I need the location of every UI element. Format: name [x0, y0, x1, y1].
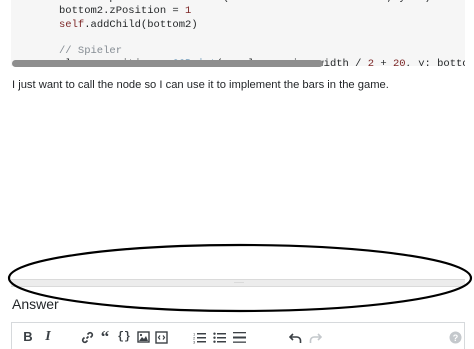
snippet-icon[interactable] [154, 329, 168, 345]
blockquote-icon[interactable]: “ [98, 328, 112, 345]
undo-icon[interactable] [288, 329, 302, 345]
svg-text:?: ? [452, 333, 458, 343]
horizontal-rule-icon[interactable] [232, 329, 246, 345]
ordered-list-icon[interactable]: 123 [192, 329, 206, 345]
unordered-list-icon[interactable] [212, 329, 226, 345]
code-lines: bottom2.position = CGPoint(x: bottom1.si… [59, 0, 465, 66]
scrollbar-thumb[interactable] [12, 60, 323, 67]
help-icon[interactable]: ? [448, 329, 462, 345]
code-token: 1 [185, 5, 192, 18]
editor-resize-grip[interactable]: ····· [11, 279, 465, 287]
code-line: // Spieler [59, 45, 465, 58]
code-block: bottom2.position = CGPoint(x: bottom1.si… [11, 0, 465, 66]
editor-toolbar: B I “ {} 123 ? [11, 322, 465, 349]
svg-text:3: 3 [193, 339, 196, 344]
link-icon[interactable] [80, 329, 94, 345]
grip-dots: ····· [234, 280, 244, 286]
redo-icon[interactable] [308, 329, 322, 345]
code-token: ) [425, 0, 431, 4]
code-token: , y: [387, 0, 419, 4]
bold-button[interactable]: B [22, 329, 34, 345]
code-token: .addChild(bottom2) [84, 18, 198, 31]
code-token: bottom2.position = [59, 0, 179, 4]
answer-heading: Answer [12, 296, 59, 312]
code-line: bottom2.zPosition = 1 [59, 5, 465, 18]
question-body-text: I just want to call the node so I can us… [12, 79, 389, 91]
code-token: // Spieler [59, 45, 123, 58]
code-token: self [59, 18, 85, 31]
image-icon[interactable] [136, 329, 150, 345]
code-token: bottom2.zPosition = [59, 5, 186, 18]
code-icon[interactable]: {} [117, 329, 131, 345]
code-horizontal-scrollbar[interactable] [11, 60, 465, 67]
code-token: CGPoint [179, 0, 223, 4]
code-line: self.addChild(bottom2) [59, 19, 465, 32]
code-token: (x: bottom1.size.width - [223, 0, 381, 4]
italic-button[interactable]: I [43, 329, 53, 345]
